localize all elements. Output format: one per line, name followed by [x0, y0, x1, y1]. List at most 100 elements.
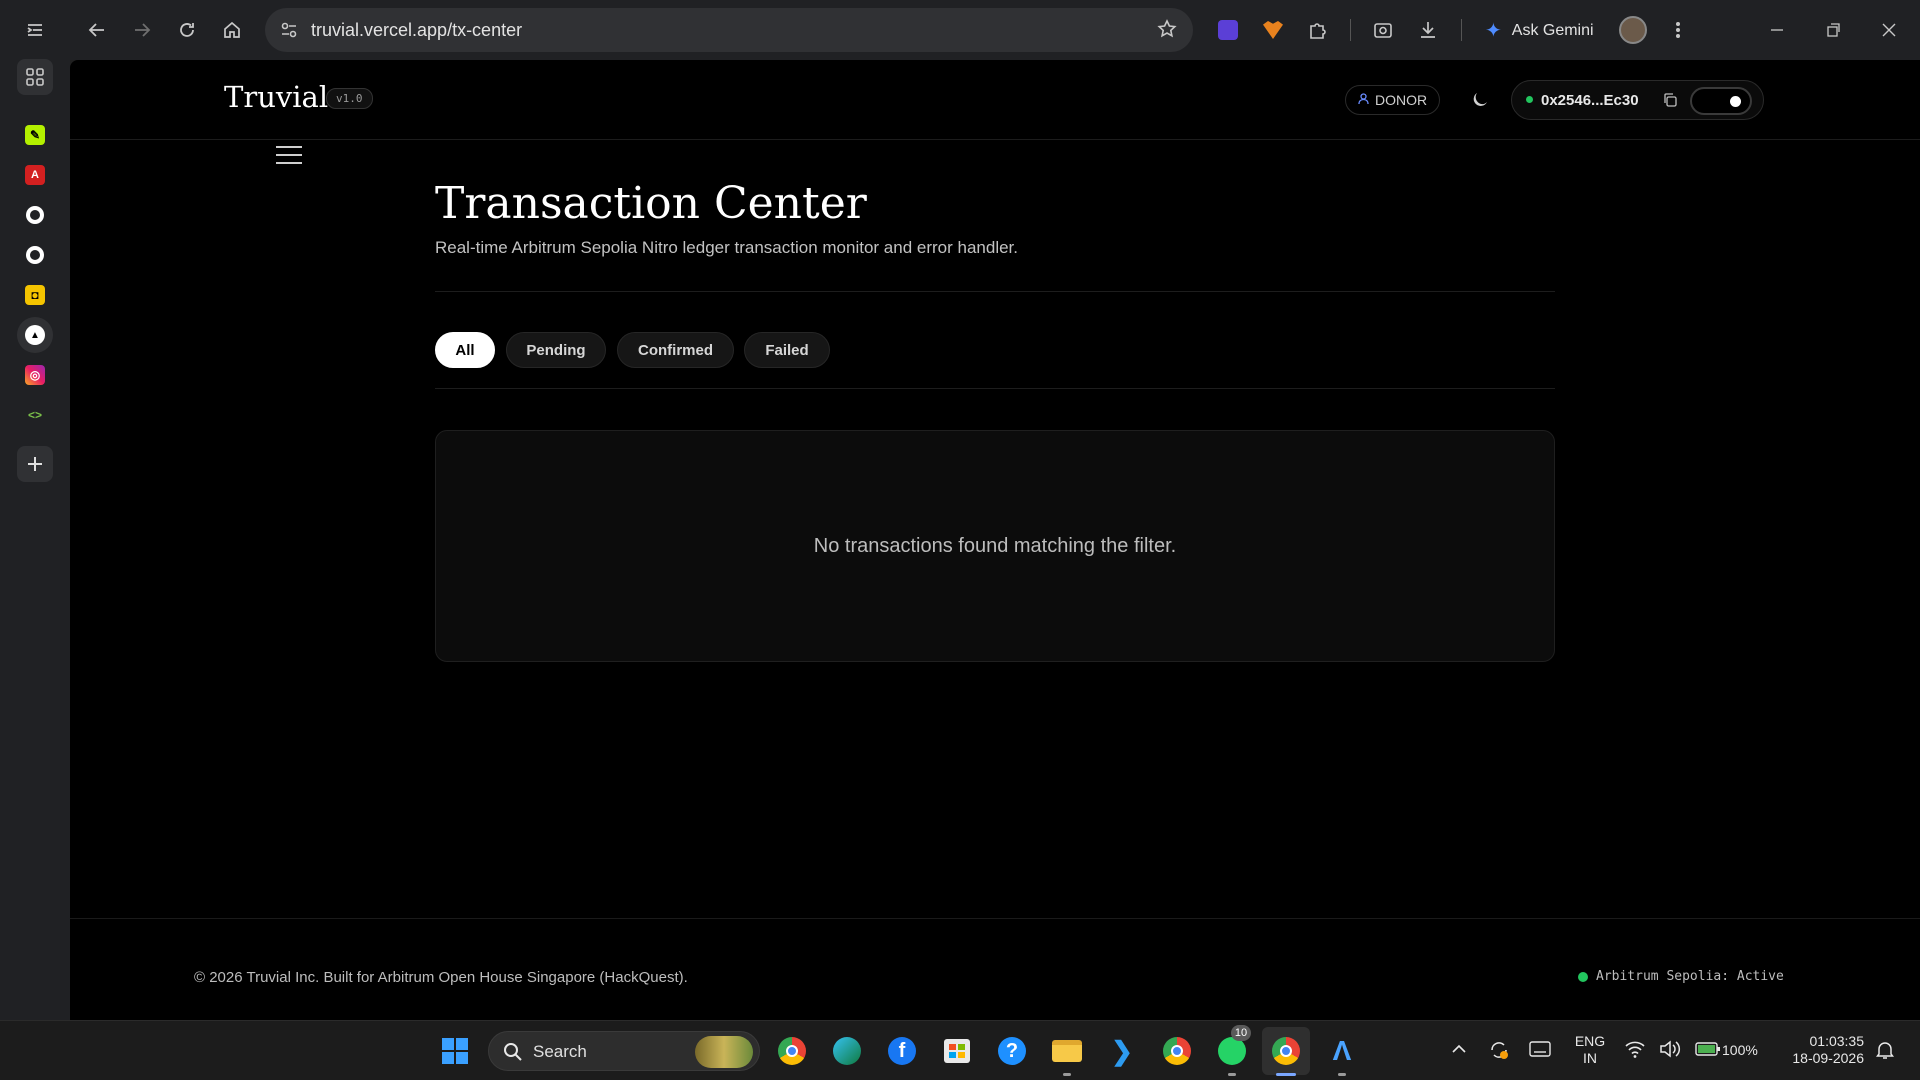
pencil-app-icon[interactable]: ✎	[17, 117, 53, 153]
keyboard-icon[interactable]	[1529, 1041, 1551, 1062]
toolbar-divider	[1461, 19, 1462, 41]
volume-icon[interactable]	[1659, 1039, 1681, 1064]
browser-toolbar: truvial.vercel.app/tx-center ✦ Ask Gemin…	[70, 0, 1920, 60]
filter-pending[interactable]: Pending	[506, 332, 606, 368]
page-subtitle: Real-time Arbitrum Sepolia Nitro ledger …	[435, 238, 1018, 257]
battery-icon[interactable]	[1695, 1041, 1721, 1062]
collapse-sidebar-icon[interactable]	[17, 12, 53, 48]
network-status: Arbitrum Sepolia: Active	[1578, 969, 1784, 984]
status-dot	[1578, 971, 1588, 982]
empty-state-message: No transactions found matching the filte…	[813, 534, 1177, 557]
store-icon[interactable]	[939, 1033, 975, 1069]
ask-gemini-button[interactable]: ✦ Ask Gemini	[1485, 18, 1594, 43]
network-status-label: Arbitrum Sepolia: Active	[1596, 969, 1784, 984]
windows-taskbar: Search f ? ❯ 10 Λ ENG IN 100% 01:03:35 1…	[0, 1020, 1920, 1080]
filter-all[interactable]: All	[435, 332, 495, 368]
bookmark-star-icon[interactable]	[1157, 19, 1177, 44]
ask-gemini-label: Ask Gemini	[1511, 21, 1594, 39]
language-label: ENG	[1574, 1033, 1606, 1049]
running-indicator	[1338, 1073, 1346, 1076]
brand-logo[interactable]: Truvial	[224, 80, 328, 114]
wallet-address: 0x2546...Ec30	[1541, 92, 1639, 109]
chevron-up-icon[interactable]	[1451, 1041, 1467, 1062]
user-icon	[1358, 92, 1369, 108]
copy-icon[interactable]	[1662, 92, 1678, 113]
time-label: 01:03:35	[1809, 1033, 1865, 1049]
running-indicator	[1228, 1073, 1236, 1076]
search-highlight-image	[695, 1036, 753, 1068]
help-icon[interactable]: ?	[994, 1033, 1030, 1069]
minimize-icon[interactable]	[1761, 14, 1793, 46]
running-indicator	[1063, 1073, 1071, 1076]
edge-icon[interactable]	[829, 1033, 865, 1069]
clock[interactable]: 01:03:35 18-09-2026	[1772, 1033, 1864, 1067]
toolbar-divider	[1350, 19, 1351, 41]
home-icon[interactable]	[216, 14, 248, 46]
taskbar-search[interactable]: Search	[488, 1031, 760, 1071]
code-app-icon[interactable]: <>	[17, 397, 53, 433]
github-icon[interactable]	[17, 237, 53, 273]
battery-percent: 100%	[1722, 1042, 1758, 1058]
apps-grid-icon[interactable]	[17, 59, 53, 95]
web-page: Truvial v1.0 DONOR 0x2546...Ec30 Transac…	[70, 60, 1920, 1020]
filter-failed[interactable]: Failed	[744, 332, 830, 368]
connect-toggle[interactable]	[1690, 87, 1752, 115]
back-icon[interactable]	[81, 14, 113, 46]
extension-purple-icon[interactable]	[1212, 14, 1244, 46]
yellow-app-icon[interactable]: ◘	[17, 277, 53, 313]
add-icon[interactable]	[17, 446, 53, 482]
page-title: Transaction Center	[435, 178, 867, 229]
close-window-icon[interactable]	[1873, 14, 1905, 46]
address-bar[interactable]: truvial.vercel.app/tx-center	[265, 8, 1193, 52]
forward-icon[interactable]	[126, 14, 158, 46]
instagram-icon[interactable]: ◎	[17, 357, 53, 393]
chrome-icon[interactable]	[1159, 1033, 1195, 1069]
pdf-app-icon[interactable]: A	[17, 157, 53, 193]
screenshot-icon[interactable]	[1367, 14, 1399, 46]
language-indicator[interactable]: ENG IN	[1570, 1033, 1610, 1067]
copyright-text: © 2026 Truvial Inc. Built for Arbitrum O…	[194, 969, 688, 986]
version-badge: v1.0	[326, 88, 373, 109]
chrome-icon[interactable]	[774, 1033, 810, 1069]
download-icon[interactable]	[1412, 14, 1444, 46]
vscode-icon[interactable]: ❯	[1104, 1033, 1140, 1069]
moon-theme-icon[interactable]	[1470, 90, 1490, 115]
triangle-app-icon[interactable]: ▲	[17, 317, 53, 353]
notification-bell-icon[interactable]	[1876, 1040, 1894, 1065]
role-badge-label: DONOR	[1375, 92, 1428, 108]
search-placeholder: Search	[533, 1042, 587, 1061]
divider	[435, 388, 1555, 389]
github-icon[interactable]	[17, 197, 53, 233]
date-label: 18-09-2026	[1792, 1050, 1864, 1066]
url-text: truvial.vercel.app/tx-center	[311, 20, 523, 40]
active-indicator	[1276, 1073, 1296, 1076]
sync-icon[interactable]	[1488, 1039, 1510, 1066]
wallet-pill: 0x2546...Ec30	[1511, 80, 1764, 120]
transactions-panel: No transactions found matching the filte…	[435, 430, 1555, 662]
restore-icon[interactable]	[1817, 14, 1849, 46]
arc-app-icon[interactable]: Λ	[1324, 1033, 1360, 1069]
page-footer: © 2026 Truvial Inc. Built for Arbitrum O…	[70, 918, 1920, 1020]
more-menu-icon[interactable]	[1662, 14, 1694, 46]
divider	[435, 291, 1555, 292]
app-header: Truvial v1.0 DONOR 0x2546...Ec30	[70, 60, 1920, 140]
menu-icon[interactable]	[276, 146, 302, 168]
facebook-icon[interactable]: f	[884, 1033, 920, 1069]
toggle-knob	[1730, 96, 1741, 107]
extensions-puzzle-icon[interactable]	[1302, 14, 1334, 46]
chrome-active-icon[interactable]	[1262, 1027, 1310, 1075]
notification-badge: 10	[1231, 1025, 1251, 1041]
file-explorer-icon[interactable]	[1049, 1033, 1085, 1069]
connected-dot	[1526, 96, 1533, 103]
metamask-icon[interactable]	[1257, 14, 1289, 46]
region-label: IN	[1583, 1050, 1597, 1066]
role-badge[interactable]: DONOR	[1345, 85, 1441, 115]
windows-start-icon[interactable]	[437, 1033, 473, 1069]
site-settings-icon[interactable]	[279, 20, 299, 45]
profile-avatar[interactable]	[1619, 16, 1647, 44]
filter-confirmed[interactable]: Confirmed	[617, 332, 734, 368]
gemini-sparkle-icon: ✦	[1485, 20, 1502, 42]
search-icon	[503, 1042, 523, 1067]
reload-icon[interactable]	[171, 14, 203, 46]
wifi-icon[interactable]	[1624, 1039, 1646, 1064]
